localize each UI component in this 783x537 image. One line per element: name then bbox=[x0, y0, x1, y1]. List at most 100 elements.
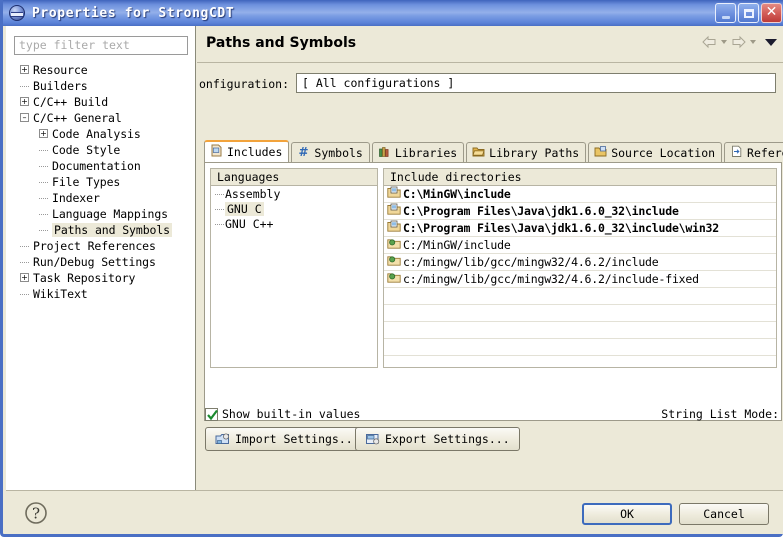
tree-item-paths-and-symbols[interactable]: Paths and Symbols bbox=[6, 222, 195, 238]
references-page-icon bbox=[730, 145, 743, 161]
tree-item-indexer[interactable]: Indexer bbox=[6, 190, 195, 206]
tree-expand-icon[interactable]: + bbox=[20, 97, 29, 106]
tree-connector bbox=[20, 294, 29, 296]
language-item-gnu-c[interactable]: GNU C bbox=[211, 201, 377, 216]
tab-libraries[interactable]: Libraries bbox=[371, 142, 465, 162]
tree-connector bbox=[39, 198, 48, 200]
page-title: Paths and Symbols bbox=[206, 35, 357, 51]
tab-includes[interactable]: Includes bbox=[204, 140, 290, 162]
back-dropdown-caret[interactable] bbox=[721, 40, 727, 44]
eclipse-globe-icon bbox=[9, 5, 25, 21]
dialog-footer: ? OK Cancel bbox=[6, 490, 783, 534]
tab-references[interactable]: References bbox=[724, 142, 783, 162]
configuration-row: onfiguration: [ All configurations ] bbox=[197, 73, 783, 95]
tree-item-language-mappings[interactable]: Language Mappings bbox=[6, 206, 195, 222]
minimize-button[interactable] bbox=[715, 3, 736, 23]
tree-item-run-debug-settings[interactable]: Run/Debug Settings bbox=[6, 254, 195, 270]
include-directory-empty-row bbox=[384, 356, 776, 367]
tree-item-code-analysis[interactable]: + Code Analysis bbox=[6, 126, 195, 142]
tree-expand-icon[interactable]: + bbox=[20, 273, 29, 282]
include-directory-path: c:/mingw/lib/gcc/mingw32/4.6.2/include bbox=[403, 255, 659, 269]
language-item-gnu-c-[interactable]: GNU C++ bbox=[211, 216, 377, 231]
language-item-assembly[interactable]: Assembly bbox=[211, 186, 377, 201]
checkbox-box[interactable] bbox=[205, 407, 218, 421]
tree-item-task-repository[interactable]: + Task Repository bbox=[6, 270, 195, 286]
tree-item-resource[interactable]: + Resource bbox=[6, 62, 195, 78]
ok-button[interactable]: OK bbox=[582, 503, 672, 525]
include-directory-row[interactable]: C:/MinGW/include bbox=[384, 237, 776, 254]
tab-library-paths[interactable]: Library Paths bbox=[466, 142, 587, 162]
include-directory-row[interactable]: c:/mingw/lib/gcc/mingw32/4.6.2/include bbox=[384, 254, 776, 271]
libraries-books-icon bbox=[378, 145, 391, 161]
library-paths-folder-icon bbox=[472, 145, 485, 161]
include-directory-row[interactable]: c:/mingw/lib/gcc/mingw32/4.6.2/include-f… bbox=[384, 271, 776, 288]
languages-header: Languages bbox=[211, 169, 377, 186]
back-arrow-icon[interactable] bbox=[701, 35, 718, 49]
filter-input[interactable]: type filter text bbox=[14, 36, 188, 55]
tree-item-wikitext[interactable]: WikiText bbox=[6, 286, 195, 302]
svg-text:#: # bbox=[299, 145, 309, 158]
tree-connector bbox=[39, 166, 48, 168]
forward-dropdown-caret[interactable] bbox=[750, 40, 756, 44]
tree-connector bbox=[215, 209, 224, 211]
show-builtin-values-label: Show built-in values bbox=[222, 407, 361, 421]
tree-item-c-c-general[interactable]: – C/C++ General bbox=[6, 110, 195, 126]
configuration-label: onfiguration: bbox=[198, 77, 289, 91]
tree-item-builders[interactable]: Builders bbox=[6, 78, 195, 94]
tree-expand-icon[interactable]: + bbox=[39, 129, 48, 138]
tree-item-documentation[interactable]: Documentation bbox=[6, 158, 195, 174]
window-title: Properties for StrongCDT bbox=[32, 5, 235, 21]
include-directory-row[interactable]: C:\MinGW\include bbox=[384, 186, 776, 203]
tab-symbols[interactable]: # Symbols bbox=[291, 142, 370, 162]
tree-collapse-icon[interactable]: – bbox=[20, 113, 29, 122]
tab-source-location[interactable]: Source Location bbox=[588, 142, 723, 162]
configuration-combo[interactable]: [ All configurations ] bbox=[296, 73, 776, 93]
forward-arrow-icon[interactable] bbox=[730, 35, 747, 49]
export-settings-button[interactable]: Export Settings... bbox=[355, 427, 520, 451]
cancel-button[interactable]: Cancel bbox=[679, 503, 769, 525]
tree-item-label: Code Style bbox=[52, 143, 121, 157]
include-directory-path: C:\Program Files\Java\jdk1.6.0_32\includ… bbox=[403, 221, 720, 235]
include-directory-path: C:\MinGW\include bbox=[403, 187, 511, 201]
language-item-label: GNU C bbox=[225, 201, 264, 216]
include-directories-header: Include directories bbox=[384, 169, 776, 186]
maximize-button[interactable] bbox=[738, 3, 759, 23]
import-settings-button[interactable]: Import Settings... bbox=[205, 427, 370, 451]
help-question-icon[interactable]: ? bbox=[24, 501, 48, 525]
tree-item-label: Paths and Symbols bbox=[52, 223, 173, 237]
languages-list: Languages Assembly GNU C GNU C++ bbox=[210, 168, 378, 368]
folder-workspace-icon bbox=[387, 203, 403, 219]
tab-bar: Includes # Symbols Libraries Library Paths So… bbox=[204, 140, 783, 162]
tree-item-project-references[interactable]: Project References bbox=[6, 238, 195, 254]
tree-connector bbox=[20, 246, 29, 248]
tree-item-file-types[interactable]: File Types bbox=[6, 174, 195, 190]
tree-item-label: File Types bbox=[52, 175, 121, 189]
include-directory-path: c:/mingw/lib/gcc/mingw32/4.6.2/include-f… bbox=[403, 272, 699, 286]
folder-builtin-icon bbox=[387, 271, 403, 287]
languages-items: Assembly GNU C GNU C++ bbox=[211, 186, 377, 231]
page-header: Paths and Symbols bbox=[197, 26, 783, 63]
includes-tab-panel: Languages Assembly GNU C GNU C++ Include d… bbox=[204, 162, 782, 421]
view-menu-caret[interactable] bbox=[765, 38, 777, 46]
tree-item-c-c-build[interactable]: + C/C++ Build bbox=[6, 94, 195, 110]
tree-item-label: Language Mappings bbox=[52, 207, 169, 221]
include-directory-row[interactable]: C:\Program Files\Java\jdk1.6.0_32\includ… bbox=[384, 203, 776, 220]
include-directory-path: C:\Program Files\Java\jdk1.6.0_32\includ… bbox=[403, 204, 679, 218]
tab-label: Symbols bbox=[314, 145, 363, 160]
tree-connector bbox=[20, 86, 29, 88]
tree-item-label: Resource bbox=[33, 63, 88, 77]
source-location-folder-icon bbox=[594, 145, 607, 161]
tree-item-code-style[interactable]: Code Style bbox=[6, 142, 195, 158]
settings-tree: + Resource Builders + C/C++ Build – C/C++ Gene… bbox=[6, 62, 195, 302]
includes-icon bbox=[210, 144, 223, 160]
folder-workspace-icon bbox=[387, 220, 403, 236]
page-nav-tools bbox=[701, 35, 777, 49]
tree-item-label: C/C++ Build bbox=[33, 95, 109, 109]
show-builtin-values-checkbox[interactable]: Show built-in values bbox=[205, 407, 360, 421]
tree-item-label: Run/Debug Settings bbox=[33, 255, 156, 269]
tree-item-label: Code Analysis bbox=[52, 127, 141, 141]
include-directory-row[interactable]: C:\Program Files\Java\jdk1.6.0_32\includ… bbox=[384, 220, 776, 237]
folder-workspace-icon bbox=[387, 186, 403, 202]
tree-expand-icon[interactable]: + bbox=[20, 65, 29, 74]
close-button[interactable]: ✕ bbox=[761, 3, 782, 23]
